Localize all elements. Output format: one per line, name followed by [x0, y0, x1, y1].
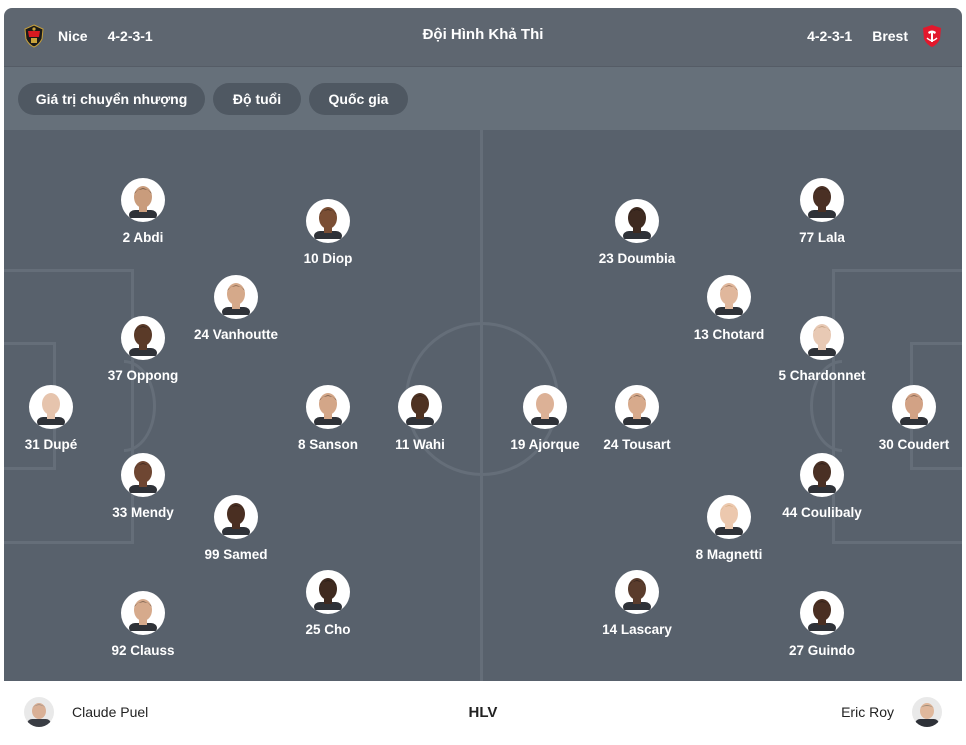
player-avatar — [800, 591, 844, 635]
player-name: 24 Tousart — [603, 437, 671, 452]
away-coach-avatar — [912, 697, 942, 727]
filter-age[interactable]: Độ tuổi — [213, 83, 301, 115]
player-name: 23 Doumbia — [598, 251, 676, 266]
player-name: 2 Abdi — [122, 230, 164, 245]
home-player[interactable]: 37 Oppong — [78, 316, 208, 383]
player-name: 37 Oppong — [107, 368, 179, 383]
lineup-header: Nice 4-2-3-1 Đội Hình Khả Thi 4-2-3-1 Br… — [4, 8, 962, 67]
player-name: 30 Coudert — [878, 437, 950, 452]
away-player[interactable]: 14 Lascary — [572, 570, 702, 637]
away-coach[interactable]: Eric Roy — [841, 695, 942, 729]
player-name: 77 Lala — [799, 230, 845, 245]
filter-transfer-value[interactable]: Giá trị chuyển nhượng — [18, 83, 205, 115]
player-avatar — [214, 495, 258, 539]
player-name: 27 Guindo — [788, 643, 855, 658]
player-avatar — [615, 385, 659, 429]
player-avatar — [707, 495, 751, 539]
player-avatar — [121, 316, 165, 360]
away-player[interactable]: 30 Coudert — [849, 385, 962, 452]
player-avatar — [800, 316, 844, 360]
away-player[interactable]: 5 Chardonnet — [757, 316, 887, 383]
away-coach-name: Eric Roy — [841, 704, 894, 720]
player-avatar — [523, 385, 567, 429]
player-name: 14 Lascary — [602, 622, 672, 637]
player-avatar — [800, 453, 844, 497]
away-player[interactable]: 8 Magnetti — [664, 495, 794, 562]
home-player[interactable]: 99 Samed — [171, 495, 301, 562]
coach-label: HLV — [468, 704, 498, 721]
player-avatar — [306, 570, 350, 614]
player-name: 25 Cho — [305, 622, 351, 637]
player-avatar — [892, 385, 936, 429]
player-avatar — [214, 275, 258, 319]
away-team[interactable]: 4-2-3-1 Brest — [787, 8, 944, 63]
player-avatar — [615, 199, 659, 243]
away-player[interactable]: 24 Tousart — [572, 385, 702, 452]
brest-crest-icon — [920, 24, 944, 48]
filter-bar: Giá trị chuyển nhượng Độ tuổi Quốc gia — [4, 67, 962, 130]
player-name: 5 Chardonnet — [778, 368, 866, 383]
home-player[interactable]: 2 Abdi — [78, 178, 208, 245]
player-name: 92 Clauss — [111, 643, 175, 658]
away-player[interactable]: 23 Doumbia — [572, 199, 702, 266]
home-player[interactable]: 10 Diop — [263, 199, 393, 266]
player-avatar — [398, 385, 442, 429]
coach-bar: Claude Puel HLV Eric Roy — [4, 681, 962, 745]
player-avatar — [29, 385, 73, 429]
player-avatar — [800, 178, 844, 222]
filter-nationality[interactable]: Quốc gia — [309, 83, 408, 115]
away-player[interactable]: 27 Guindo — [757, 591, 887, 658]
away-formation: 4-2-3-1 — [807, 27, 853, 44]
away-team-name: Brest — [872, 27, 908, 44]
player-avatar — [306, 385, 350, 429]
player-avatar — [121, 453, 165, 497]
home-player[interactable]: 11 Wahi — [355, 385, 485, 452]
lineup-card: Nice 4-2-3-1 Đội Hình Khả Thi 4-2-3-1 Br… — [4, 8, 962, 745]
player-name: 31 Dupé — [24, 437, 78, 452]
player-name: 11 Wahi — [395, 437, 445, 452]
player-avatar — [121, 591, 165, 635]
pitch: 2 Abdi 10 Diop 24 Vanhoutte 37 Oppong 31 Dup… — [4, 130, 962, 681]
away-player[interactable]: 77 Lala — [757, 178, 887, 245]
home-player[interactable]: 92 Clauss — [78, 591, 208, 658]
home-player[interactable]: 25 Cho — [263, 570, 393, 637]
player-name: 10 Diop — [303, 251, 353, 266]
home-player[interactable]: 31 Dupé — [4, 385, 116, 452]
player-name: 8 Magnetti — [695, 547, 763, 562]
player-avatar — [615, 570, 659, 614]
player-name: 99 Samed — [204, 547, 268, 562]
player-avatar — [707, 275, 751, 319]
player-avatar — [121, 178, 165, 222]
player-avatar — [306, 199, 350, 243]
